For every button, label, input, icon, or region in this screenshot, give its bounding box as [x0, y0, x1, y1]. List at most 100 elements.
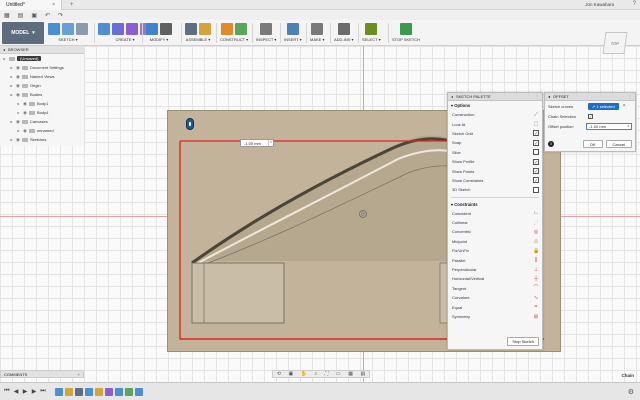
visibility-icon[interactable]: ◉ — [16, 74, 20, 80]
selection-button[interactable]: ➚ 1 selected — [588, 102, 619, 110]
constraint-icon[interactable]: ⋰ — [533, 220, 539, 226]
tool-icon[interactable] — [311, 23, 324, 35]
browser-item[interactable]: ▸ ◉ Body4 — [0, 108, 84, 117]
ribbon-group[interactable]: SKETCH ▾ — [48, 22, 88, 44]
constraint-item[interactable]: Fix/UnFix 🔒 — [448, 246, 542, 255]
user-name[interactable]: Jon Kawahara — [585, 2, 614, 7]
constraint-item[interactable]: Coincident ∟ — [448, 209, 542, 218]
ribbon-group-label[interactable]: CONSTRUCT ▾ — [220, 37, 248, 42]
constraint-icon[interactable]: △ — [533, 238, 539, 244]
tool-icon[interactable] — [260, 23, 273, 35]
gear-icon[interactable]: ⚙ — [628, 388, 634, 396]
browser-item[interactable]: ▸ ◉ unnamed — [0, 126, 84, 135]
constraint-item[interactable]: Symmetry ⊞ — [448, 312, 542, 321]
workspace-switcher[interactable]: MODEL ▾ — [2, 22, 44, 44]
constraint-item[interactable]: Equal = — [448, 302, 542, 311]
option-icon[interactable]: ⬚ — [533, 121, 539, 127]
option-checkbox[interactable]: ✓ — [533, 130, 539, 137]
expand-caret-icon[interactable]: ▸ — [9, 119, 14, 124]
offset-position-input[interactable]: -1.00 mm ⇕ — [586, 122, 632, 130]
redo-icon[interactable]: ↷ — [58, 12, 63, 19]
ok-button[interactable]: OK — [582, 140, 603, 148]
constraint-icon[interactable]: ┼ — [533, 276, 539, 282]
more-icon[interactable]: ⋮ — [535, 94, 539, 99]
option-checkbox[interactable]: ✓ — [533, 158, 539, 166]
data-panel-icon[interactable]: ▦ — [4, 12, 10, 19]
ribbon-group-label[interactable]: MODIFY ▾ — [150, 37, 169, 42]
go-to-start-icon[interactable]: ⏮ — [4, 388, 10, 395]
option-checkbox[interactable]: ✓ — [533, 139, 539, 147]
ribbon-group-label[interactable]: ADD-INS ▾ — [334, 37, 354, 42]
constraint-icon[interactable]: = — [533, 304, 539, 310]
visibility-icon[interactable]: ◉ — [16, 65, 20, 71]
tool-icon[interactable] — [48, 23, 60, 35]
constraint-item[interactable]: Horizontal/Vertical ┼ — [448, 274, 542, 283]
visibility-icon[interactable]: ◉ — [16, 137, 20, 143]
option-checkbox[interactable] — [533, 186, 539, 193]
expand-caret-icon[interactable]: ▸ — [9, 74, 14, 79]
chain-selection-checkbox[interactable]: ✓ — [588, 113, 593, 119]
timeline-feature[interactable] — [65, 387, 73, 396]
file-menu-icon[interactable]: ▤ — [18, 12, 24, 19]
timeline-feature[interactable] — [125, 387, 133, 396]
tool-icon[interactable] — [126, 23, 138, 35]
expand-caret-icon[interactable]: ▸ — [9, 92, 14, 97]
timeline-feature[interactable] — [75, 387, 83, 396]
tool-icon[interactable] — [160, 23, 172, 35]
save-icon[interactable]: ▣ — [31, 12, 37, 19]
option-icon[interactable]: ⟋ — [533, 112, 539, 118]
offset-dialog-header[interactable]: ◂ OFFSET ⋮ — [545, 93, 635, 101]
ribbon-group[interactable]: INSPECT ▾ — [256, 22, 276, 44]
expand-caret-icon[interactable]: ▸ — [9, 83, 14, 88]
tool-icon[interactable] — [365, 23, 378, 35]
visibility-icon[interactable]: ◉ — [23, 101, 27, 107]
expand-caret-icon[interactable]: ▸ — [9, 65, 14, 70]
info-icon[interactable]: i — [548, 141, 554, 147]
expand-caret-icon[interactable]: ▸ — [16, 101, 21, 106]
browser-item[interactable]: ▸ ◉ Named Views — [0, 72, 84, 81]
constraint-icon[interactable]: ⊥ — [533, 267, 539, 273]
play-icon[interactable]: ▶ — [22, 388, 28, 395]
new-tab-icon[interactable]: + — [70, 2, 74, 8]
ribbon-group[interactable]: CREATE ▾ — [98, 22, 152, 44]
constraint-item[interactable]: Concentric ◎ — [448, 227, 542, 236]
option-item[interactable]: Show Points ✓ — [448, 166, 542, 175]
constraint-icon[interactable]: ◎ — [533, 229, 539, 235]
spinner-icon[interactable]: ⇕ — [268, 140, 273, 146]
comments-panel[interactable]: COMMENTS + — [0, 370, 84, 378]
view-cube[interactable]: TOP — [602, 32, 628, 54]
constraint-icon[interactable]: ∟ — [533, 210, 539, 216]
tool-icon[interactable] — [199, 23, 211, 35]
sketch-point-handle[interactable] — [186, 118, 194, 130]
ribbon-group[interactable]: MODIFY ▾ — [146, 22, 172, 44]
ribbon-group-label[interactable]: INSPECT ▾ — [256, 37, 276, 42]
constraint-icon[interactable]: ∥ — [533, 257, 539, 263]
ribbon-group-label[interactable]: SKETCH ▾ — [58, 37, 77, 42]
constraint-icon[interactable]: ⊞ — [533, 314, 539, 320]
grid-settings-icon[interactable]: ▦ — [348, 371, 353, 377]
display-settings-icon[interactable]: ▭ — [336, 371, 341, 377]
ribbon-group[interactable]: INSERT ▾ — [284, 22, 302, 44]
timeline-feature[interactable] — [55, 387, 63, 396]
visibility-icon[interactable]: ◉ — [23, 110, 27, 116]
ribbon-group[interactable]: STOP SKETCH — [392, 22, 420, 44]
collapse-caret-icon[interactable]: ◂ — [451, 94, 453, 99]
option-checkbox[interactable]: ✓ — [533, 168, 539, 175]
more-icon[interactable]: ⋮ — [628, 94, 632, 99]
constraint-item[interactable]: Parallel ∥ — [448, 255, 542, 264]
browser-item[interactable]: ▸ ◉ Sketches — [0, 135, 84, 144]
browser-item[interactable]: ▸ ◉ Canvases — [0, 117, 84, 126]
constraint-icon[interactable]: ∿ — [533, 295, 539, 301]
option-item[interactable]: Construction ⟋ — [448, 110, 542, 119]
visibility-icon[interactable]: ◉ — [16, 119, 20, 125]
tool-icon[interactable] — [112, 23, 124, 35]
visibility-icon[interactable]: ◉ — [16, 92, 20, 98]
collapse-caret-icon[interactable]: ◂ — [3, 47, 5, 52]
option-checkbox[interactable]: ✓ — [533, 177, 539, 184]
spinner-icon[interactable]: ⇕ — [627, 124, 631, 128]
fit-icon[interactable]: ⛶ — [325, 371, 329, 377]
timeline-feature[interactable] — [135, 387, 143, 396]
ribbon-group[interactable]: ADD-INS ▾ — [334, 22, 354, 44]
dimension-input[interactable]: -1.00 mm ⇕ — [240, 139, 274, 147]
option-checkbox[interactable] — [533, 149, 539, 156]
